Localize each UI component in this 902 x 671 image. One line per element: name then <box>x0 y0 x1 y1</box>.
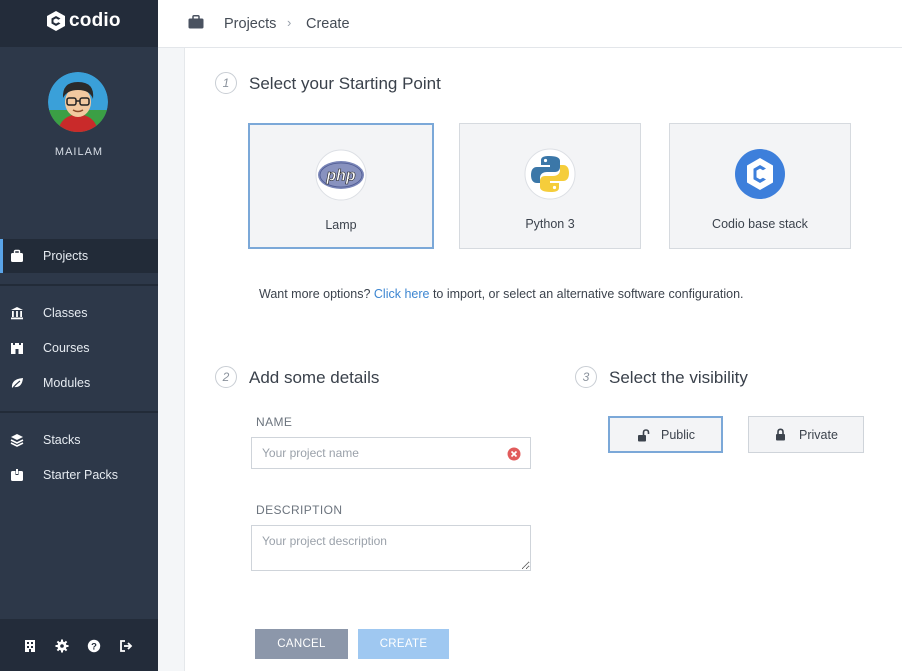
sidebar-item-label: Projects <box>43 249 89 263</box>
clear-error-icon[interactable] <box>507 447 521 461</box>
stack-card-codio-base[interactable]: Codio base stack <box>669 123 851 249</box>
project-name-input[interactable] <box>251 437 531 469</box>
unlock-icon <box>638 429 650 442</box>
avatar-image <box>48 72 108 132</box>
briefcase-icon <box>11 249 23 262</box>
institution-icon <box>11 307 23 320</box>
leaf-icon <box>11 378 23 390</box>
codio-logo-icon <box>47 11 65 31</box>
sidebar: codio MAILAM Projects Classes Courses Mo… <box>0 0 158 671</box>
stack-card-label: Lamp <box>325 218 357 232</box>
username: MAILAM <box>54 146 104 158</box>
sidebar-item-starter-packs[interactable]: Starter Packs <box>0 458 158 492</box>
name-label: NAME <box>256 415 293 429</box>
step-2-title: Add some details <box>249 368 380 387</box>
layers-icon <box>10 434 24 447</box>
visibility-private-button[interactable]: Private <box>748 416 864 453</box>
building-icon[interactable] <box>23 639 37 653</box>
help-icon[interactable]: ? <box>87 639 101 653</box>
more-options-text: Want more options? Click here to import,… <box>259 287 744 301</box>
stack-card-label: Python 3 <box>525 217 575 231</box>
step-1-number: 1 <box>215 72 237 94</box>
castle-icon <box>11 343 23 354</box>
step-3-title: Select the visibility <box>609 368 748 387</box>
visibility-label: Private <box>799 427 838 442</box>
svg-text:?: ? <box>91 641 97 652</box>
sidebar-divider <box>0 284 158 286</box>
project-description-input[interactable] <box>251 525 531 571</box>
gear-icon[interactable] <box>55 639 69 653</box>
sidebar-item-modules[interactable]: Modules <box>0 366 158 400</box>
sidebar-item-classes[interactable]: Classes <box>0 296 158 330</box>
stack-card-python[interactable]: Python 3 <box>459 123 641 249</box>
briefcase-icon <box>188 15 204 29</box>
php-icon: php <box>315 149 367 201</box>
sidebar-footer: ? <box>0 619 158 671</box>
more-options-suffix: to import, or select an alternative soft… <box>432 287 744 301</box>
svg-text:php: php <box>325 168 356 185</box>
logout-icon[interactable] <box>119 639 133 653</box>
sidebar-item-label: Courses <box>43 341 90 355</box>
sidebar-item-label: Starter Packs <box>43 468 119 482</box>
create-button[interactable]: CREATE <box>358 629 449 659</box>
more-options-prefix: Want more options? <box>259 287 371 301</box>
app-logo[interactable]: codio <box>46 10 121 32</box>
top-header: Projects › Create <box>158 0 902 48</box>
sidebar-item-courses[interactable]: Courses <box>0 331 158 365</box>
sidebar-item-label: Stacks <box>43 433 81 447</box>
sidebar-divider <box>0 411 158 413</box>
logo-bar: codio <box>0 0 158 47</box>
stack-card-lamp[interactable]: php Lamp <box>248 123 434 249</box>
breadcrumb-separator: › <box>287 15 292 30</box>
logo-text: codio <box>69 10 121 31</box>
lock-icon <box>776 428 785 441</box>
step-3-number: 3 <box>575 366 597 388</box>
breadcrumb-projects[interactable]: Projects <box>224 16 276 32</box>
breadcrumb-create: Create <box>306 16 350 32</box>
visibility-public-button[interactable]: Public <box>608 416 723 453</box>
import-link[interactable]: Click here <box>374 287 430 301</box>
visibility-label: Public <box>661 427 696 442</box>
package-icon <box>11 469 23 481</box>
description-label: DESCRIPTION <box>256 503 343 517</box>
sidebar-item-label: Modules <box>43 376 91 390</box>
sidebar-item-stacks[interactable]: Stacks <box>0 423 158 457</box>
sidebar-item-label: Classes <box>43 306 88 320</box>
step-1-title: Select your Starting Point <box>249 74 441 93</box>
stack-card-label: Codio base stack <box>712 217 808 231</box>
cancel-button[interactable]: CANCEL <box>255 629 348 659</box>
step-2-number: 2 <box>215 366 237 388</box>
codio-icon <box>735 149 785 199</box>
sidebar-item-projects[interactable]: Projects <box>0 239 158 273</box>
content-gutter <box>158 48 185 671</box>
python-icon <box>524 148 576 200</box>
avatar[interactable] <box>48 72 108 132</box>
